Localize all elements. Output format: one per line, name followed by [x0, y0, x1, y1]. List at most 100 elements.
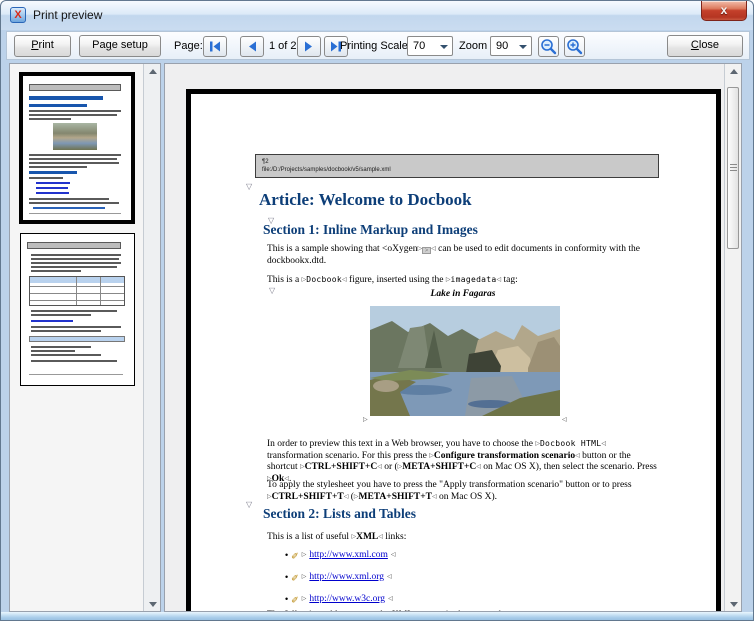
- thumb-title-line: [29, 96, 103, 100]
- scroll-down-button[interactable]: [144, 597, 161, 611]
- page-label: Page:: [174, 40, 203, 52]
- first-page-button[interactable]: [203, 36, 227, 57]
- preview-page: ¶2 file:/D:/Projects/samples/docbook/v5/…: [186, 89, 721, 612]
- zoom-out-icon: [540, 38, 557, 55]
- thumb-text-line: [29, 177, 63, 179]
- link-pencil-icon: ✎: [291, 571, 299, 582]
- page-thumbnail-2[interactable]: [20, 233, 135, 386]
- thumb-section-line: [29, 104, 87, 107]
- element-close-icon: ◁: [601, 441, 606, 447]
- p4-text: on Mac OS X).: [437, 492, 497, 502]
- thumb-text-line: [31, 330, 101, 332]
- close-button[interactable]: Close: [667, 35, 743, 57]
- triangle-up-icon: [730, 69, 738, 74]
- previous-page-icon: [247, 41, 257, 52]
- thumb-table-header: [29, 336, 125, 342]
- p3-bold: META+SHIFT+C: [402, 462, 476, 472]
- thumb-text-line: [31, 270, 81, 272]
- thumb-table-rule: [30, 293, 124, 294]
- thumb-text-line: [31, 262, 121, 264]
- printing-scale-value: 70: [413, 40, 425, 52]
- thumb-figure-image: [53, 123, 97, 150]
- page-indicator: 1 of 2: [269, 40, 297, 52]
- thumb-link-line: [36, 192, 69, 194]
- p2-code: imagedata: [450, 275, 496, 284]
- bullet-icon: •: [285, 572, 288, 582]
- close-label-post: lose: [699, 39, 719, 51]
- section-2-title: Section 2: Lists and Tables: [263, 506, 416, 522]
- thumb-text-line: [29, 162, 119, 164]
- bullet-icon: •: [285, 594, 288, 604]
- link-pencil-icon: ✎: [291, 549, 299, 560]
- zoom-select[interactable]: 90: [490, 36, 532, 56]
- lake-figure-image: [370, 306, 560, 416]
- thumb-text-line: [31, 258, 119, 260]
- page-setup-label-pre: Pa: [92, 39, 105, 51]
- p3-text: In order to preview this text in a Web b…: [267, 439, 535, 449]
- close-label-key: C: [691, 39, 699, 51]
- scroll-up-button[interactable]: [144, 64, 161, 78]
- zoom-out-button[interactable]: [538, 36, 559, 57]
- fold-marker-icon: ▽: [246, 501, 252, 509]
- first-page-icon: [209, 41, 221, 52]
- triangle-down-icon: [730, 602, 738, 607]
- printing-scale-select[interactable]: 70: [407, 36, 453, 56]
- p2-text: tag:: [501, 275, 518, 285]
- chevron-down-icon: [519, 45, 527, 49]
- p2-text: figure, inserted using the: [347, 275, 446, 285]
- next-page-button[interactable]: [297, 36, 321, 57]
- paragraph-2: This is a ▷Docbook◁ figure, inserted usi…: [267, 274, 659, 287]
- thumbnail-panel: [9, 63, 161, 612]
- figure-caption: Lake in Fagaras: [267, 289, 659, 299]
- thumb-table-rule: [76, 277, 77, 305]
- p3-text: transformation scenario. For this press …: [267, 451, 429, 461]
- print-label-key: P: [31, 39, 38, 51]
- page-thumbnail-1-selected[interactable]: [19, 72, 135, 224]
- thumb-text-line: [31, 354, 101, 356]
- triangle-down-icon: [149, 602, 157, 607]
- window-close-button[interactable]: x: [701, 1, 747, 21]
- thumbnail-scrollbar[interactable]: [143, 64, 160, 611]
- p2-text: This is a: [267, 275, 302, 285]
- list-item: • ✎ ▷ http://www.xml.com ◁: [285, 549, 396, 560]
- link-xml-com: http://www.xml.com: [309, 550, 388, 560]
- thumb-footer-rule: [29, 374, 123, 375]
- element-open-icon: ▷: [302, 573, 307, 580]
- header-line-1: ¶2: [262, 158, 658, 166]
- thumb-table-header: [30, 277, 124, 283]
- element-open-icon: ▷: [302, 595, 307, 602]
- zoom-in-icon: [566, 38, 583, 55]
- thumb-table-rule: [100, 277, 101, 305]
- document-header-box: ¶2 file:/D:/Projects/samples/docbook/v5/…: [255, 154, 659, 178]
- p3-code: Docbook HTML: [540, 439, 601, 448]
- scroll-up-button[interactable]: [725, 64, 742, 78]
- fold-marker-icon: ▽: [246, 183, 252, 191]
- intro-text: This is a list of useful: [267, 532, 351, 542]
- scrollbar-thumb[interactable]: [727, 87, 739, 249]
- scroll-down-button[interactable]: [725, 597, 742, 611]
- printing-scale-label: Printing Scale: [340, 40, 408, 52]
- link-w3c-org: http://www.w3c.org: [309, 594, 385, 604]
- element-open-icon: ▷: [302, 551, 307, 558]
- preview-scrollbar[interactable]: [724, 64, 741, 611]
- thumb-table: [29, 276, 125, 306]
- thumb-link-line: [31, 320, 73, 322]
- thumb-link-line: [36, 182, 70, 184]
- previous-page-button[interactable]: [240, 36, 264, 57]
- page-setup-button[interactable]: Page setup: [79, 35, 161, 57]
- p4-bold: CTRL+SHIFT+T: [272, 492, 344, 502]
- zoom-in-button[interactable]: [564, 36, 585, 57]
- thumb-text-line: [29, 118, 71, 120]
- thumb-text-line: [31, 360, 117, 362]
- thumb-text-line: [29, 154, 121, 156]
- app-icon-letter: X: [14, 9, 21, 21]
- next-page-icon: [304, 41, 314, 52]
- p1-text: This is a sample showing that <oXygen: [267, 244, 417, 254]
- p4-bold: META+SHIFT+T: [359, 492, 432, 502]
- thumb-link-line: [36, 187, 68, 189]
- print-button[interactable]: Print: [14, 35, 71, 57]
- thumb-text-line: [31, 350, 75, 352]
- thumb-table-rule: [30, 300, 124, 301]
- print-label-post: rint: [39, 39, 54, 51]
- triangle-up-icon: [149, 69, 157, 74]
